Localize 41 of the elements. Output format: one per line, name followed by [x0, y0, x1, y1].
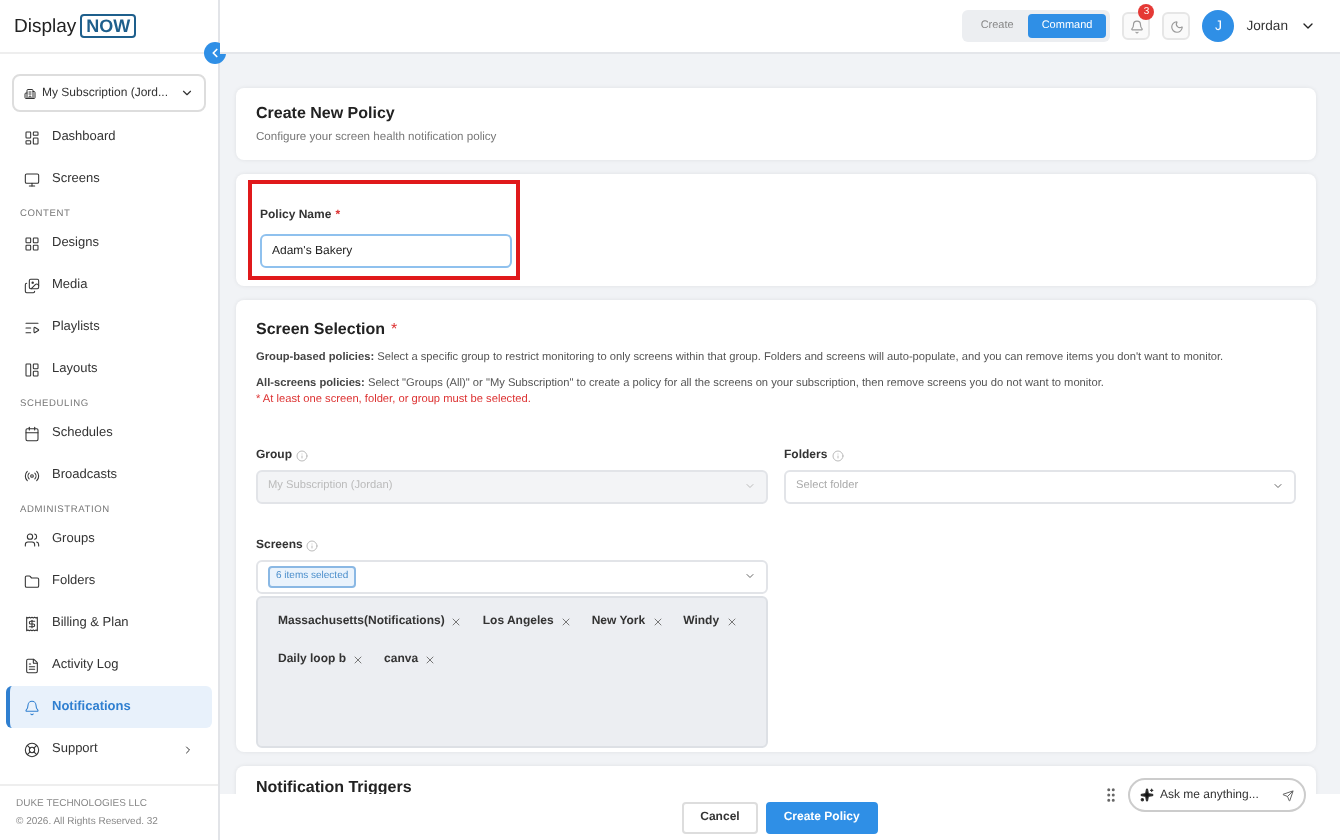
info-icon — [306, 539, 319, 552]
required-mark: * — [390, 320, 398, 338]
users-icon — [24, 531, 40, 547]
building-icon — [24, 87, 36, 99]
logo-badge: NOW — [80, 14, 137, 38]
calendar-icon — [24, 425, 40, 441]
grid-icon — [24, 235, 40, 251]
layout-icon — [24, 361, 40, 377]
remove-icon[interactable] — [651, 615, 664, 628]
drag-handle-icon[interactable] — [1102, 786, 1120, 804]
info-icon — [831, 449, 844, 462]
dark-mode-button[interactable] — [1162, 12, 1191, 40]
lifebuoy-icon — [24, 741, 40, 757]
broadcast-icon — [24, 467, 40, 483]
sparkle-icon — [1140, 788, 1154, 802]
moon-icon — [1169, 19, 1184, 33]
folder-icon — [24, 573, 40, 589]
send-icon[interactable] — [1282, 789, 1294, 801]
images-icon — [24, 277, 40, 293]
bell-icon — [1129, 19, 1144, 33]
remove-icon[interactable] — [424, 653, 437, 666]
chevron-down-icon — [744, 570, 756, 583]
info-icon — [296, 449, 308, 462]
logo-text: Display — [14, 15, 77, 37]
remove-icon[interactable] — [559, 615, 572, 628]
bell-icon — [24, 699, 40, 715]
chevron-down-icon — [180, 86, 194, 100]
monitor-icon — [24, 171, 40, 187]
page-title: Create New Policy — [256, 104, 395, 122]
section-title: Screen Selection — [256, 320, 385, 338]
remove-icon[interactable] — [352, 653, 365, 666]
chevron-down-icon[interactable] — [1300, 18, 1316, 34]
remove-icon[interactable] — [725, 615, 738, 628]
section-title: Notification Triggers — [256, 778, 412, 796]
chevron-down-icon — [744, 480, 756, 493]
dashboard-icon — [24, 129, 40, 145]
remove-icon[interactable] — [450, 615, 463, 628]
receipt-icon — [24, 615, 40, 631]
document-icon — [24, 657, 40, 673]
playlist-icon — [24, 319, 40, 335]
chevron-down-icon — [1272, 480, 1284, 493]
